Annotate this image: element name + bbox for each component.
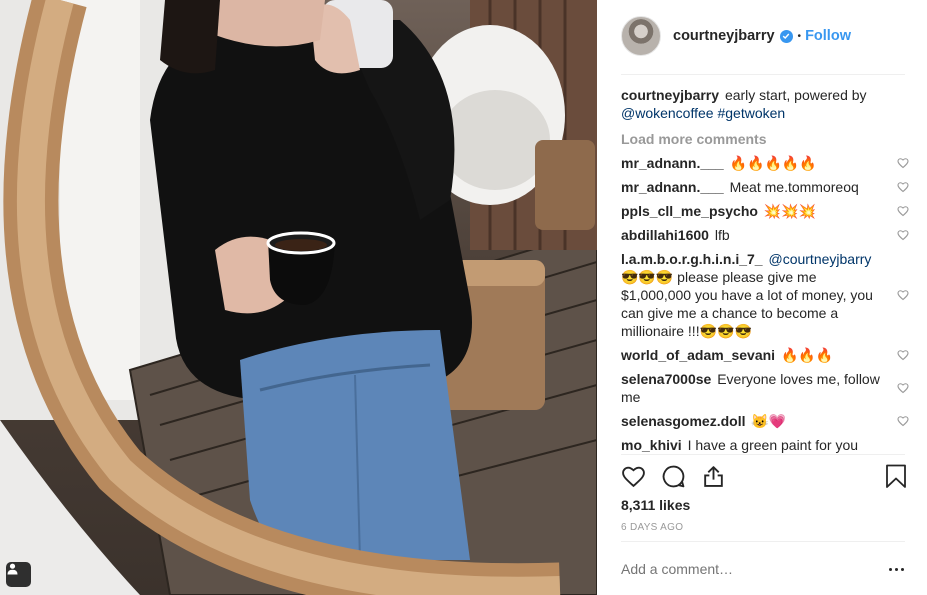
comment-text: 🔥🔥🔥🔥🔥 <box>729 155 817 171</box>
comment-like-heart-icon[interactable] <box>897 181 909 193</box>
caption-mention[interactable]: @wokencoffee <box>621 105 714 121</box>
comment-item: mo_khivi I have a green paint for you <box>621 436 909 453</box>
add-comment-input[interactable] <box>621 561 871 577</box>
caption-username[interactable]: courtneyjbarry <box>621 87 719 103</box>
comment-like-heart-icon[interactable] <box>897 382 909 394</box>
comment-username[interactable]: selena7000se <box>621 371 711 387</box>
follow-button[interactable]: Follow <box>805 28 851 44</box>
post-photo[interactable] <box>0 0 597 595</box>
verified-badge-icon <box>779 29 793 43</box>
comment-item: mr_adnann.___ 🔥🔥🔥🔥🔥 <box>621 154 909 172</box>
likes-count[interactable]: 8,311 likes <box>621 497 690 513</box>
caption-hashtag[interactable]: #getwoken <box>717 105 785 121</box>
comment-text: 😎😎😎 please please give me $1,000,000 you… <box>621 269 873 339</box>
post-timestamp[interactable]: 6 DAYS AGO <box>621 522 683 533</box>
user-tag-icon[interactable] <box>6 562 31 587</box>
comments-divider <box>621 454 905 455</box>
comment-bubble-icon[interactable] <box>661 464 686 494</box>
separator-dot: • <box>797 30 802 42</box>
comment-text: 🔥🔥🔥 <box>780 347 834 363</box>
comment-like-heart-icon[interactable] <box>897 289 909 301</box>
photo-illustration <box>0 0 597 595</box>
comment-like-heart-icon[interactable] <box>897 415 909 427</box>
comment-item: selena7000se Everyone loves me, follow m… <box>621 370 909 406</box>
comment-username[interactable]: mr_adnann.___ <box>621 179 724 195</box>
header-username[interactable]: courtneyjbarry <box>673 28 775 44</box>
comment-item: world_of_adam_sevani 🔥🔥🔥 <box>621 346 909 364</box>
comment-username[interactable]: world_of_adam_sevani <box>621 347 775 363</box>
comment-text: lfb <box>714 227 730 243</box>
action-bar <box>621 460 909 494</box>
comment-item: selenasgomez.doll 😺💗 <box>621 412 909 430</box>
post-caption: courtneyjbarry early start, powered by @… <box>621 86 909 122</box>
comment-text: 😺💗 <box>751 413 787 429</box>
comment-like-heart-icon[interactable] <box>897 349 909 361</box>
bookmark-icon[interactable] <box>885 464 907 494</box>
share-upload-icon[interactable] <box>701 464 726 494</box>
avatar[interactable] <box>621 16 661 56</box>
comment-username[interactable]: l.a.m.b.o.r.g.h.i.n.i_7_ <box>621 251 763 267</box>
load-more-comments-button[interactable]: Load more comments <box>621 130 909 148</box>
comment-text: 💥💥💥 <box>763 203 817 219</box>
heart-outline-icon[interactable] <box>621 464 646 494</box>
comments-list[interactable]: courtneyjbarry early start, powered by @… <box>621 86 909 453</box>
comment-username[interactable]: ppls_cll_me_psycho <box>621 203 758 219</box>
comment-text: Meat me.tommoreoq <box>729 179 859 195</box>
comment-username[interactable]: mo_khivi <box>621 437 682 453</box>
comment-like-heart-icon[interactable] <box>897 205 909 217</box>
comment-username[interactable]: mr_adnann.___ <box>621 155 724 171</box>
comment-username[interactable]: abdillahi1600 <box>621 227 709 243</box>
post-header: courtneyjbarry • Follow <box>621 16 909 56</box>
comment-item: l.a.m.b.o.r.g.h.i.n.i_7_ @courtneyjbarry… <box>621 250 909 340</box>
caption-text: early start, powered by <box>724 87 867 103</box>
comment-mention[interactable]: @courtneyjbarry <box>768 251 871 267</box>
comment-item: mr_adnann.___ Meat me.tommoreoq <box>621 178 909 196</box>
comment-username[interactable]: selenasgomez.doll <box>621 413 745 429</box>
ellipsis-icon[interactable] <box>889 568 904 571</box>
comment-item: abdillahi1600 lfb <box>621 226 909 244</box>
post-sidebar: courtneyjbarry • Follow courtneyjbarry e… <box>597 0 927 595</box>
comment-like-heart-icon[interactable] <box>897 157 909 169</box>
comment-like-heart-icon[interactable] <box>897 229 909 241</box>
comment-item: ppls_cll_me_psycho 💥💥💥 <box>621 202 909 220</box>
header-divider <box>621 74 905 75</box>
comment-text: I have a green paint for you <box>687 437 859 453</box>
footer-divider <box>621 541 905 542</box>
